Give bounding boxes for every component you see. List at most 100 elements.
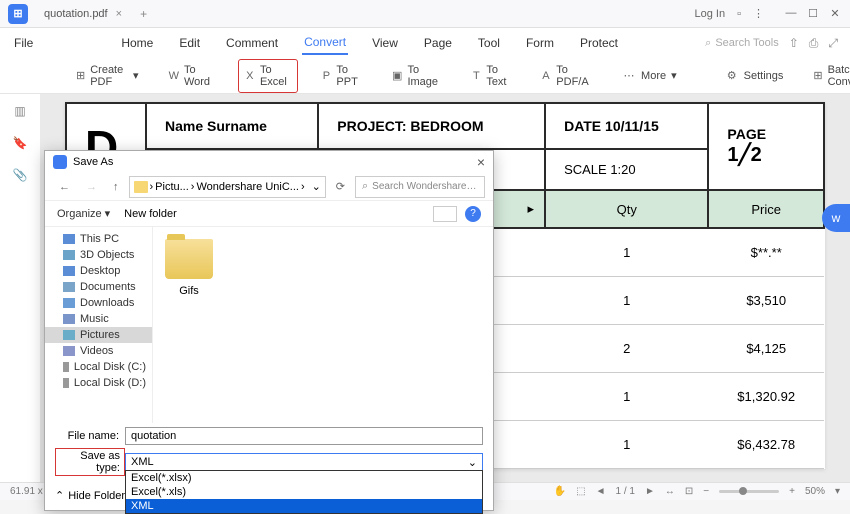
refresh-button[interactable]: ⟳	[330, 178, 351, 195]
tree-icon	[63, 330, 75, 340]
tree-item-downloads[interactable]: Downloads	[45, 295, 152, 311]
help-button[interactable]: ?	[465, 206, 481, 222]
next-page-icon[interactable]: ►	[645, 486, 655, 497]
tree-item-this-pc[interactable]: This PC	[45, 231, 152, 247]
tree-icon	[63, 378, 69, 388]
side-badge-icon[interactable]: w	[822, 204, 850, 232]
tree-icon	[63, 234, 75, 244]
page-cell: PAGE 1╱2	[708, 103, 824, 190]
folder-tree[interactable]: This PC 3D ObjectsDesktop Documents Downloa…	[45, 227, 153, 423]
thumbnails-icon[interactable]: ▥	[14, 104, 25, 118]
dialog-close-button[interactable]: ×	[477, 154, 485, 170]
tree-label: Music	[80, 313, 109, 325]
dropdown-option-xlsx[interactable]: Excel(*.xlsx)	[126, 471, 482, 485]
save-as-dialog: Save As × ← → ↑ › Pictu... › Wondershare…	[44, 150, 494, 511]
qty-header: Qty	[545, 190, 708, 228]
attachment-icon[interactable]: 📎	[13, 168, 28, 182]
save-type-select[interactable]: XML ⌄ Excel(*.xlsx) Excel(*.xls) XML	[125, 453, 483, 471]
view-mode-button[interactable]	[433, 206, 457, 222]
tree-item-pictures[interactable]: Pictures	[45, 327, 152, 343]
tree-item-music[interactable]: Music	[45, 311, 152, 327]
to-word-button[interactable]: WTo Word	[163, 60, 220, 92]
save-type-dropdown: Excel(*.xlsx) Excel(*.xls) XML	[125, 470, 483, 514]
word-icon: W	[169, 69, 179, 83]
share-icon[interactable]: ⇧	[789, 36, 799, 50]
to-excel-button[interactable]: XTo Excel	[238, 59, 298, 93]
tree-item-local-disk-c-[interactable]: Local Disk (C:)	[45, 359, 152, 375]
menu-comment[interactable]: Comment	[224, 32, 280, 54]
dialog-title: Save As	[73, 156, 113, 168]
document-tab[interactable]: quotation.pdf ×	[36, 4, 130, 24]
tree-label: Documents	[80, 281, 136, 293]
to-image-button[interactable]: ▣To Image	[386, 60, 448, 92]
to-ppt-button[interactable]: PTo PPT	[316, 60, 368, 92]
folder-icon	[134, 181, 148, 193]
expand-icon[interactable]: ⤢	[828, 36, 838, 51]
chevron-down-icon[interactable]: ⌄	[312, 180, 321, 193]
nav-back-button[interactable]: ←	[53, 179, 76, 195]
file-name-input[interactable]	[125, 427, 483, 445]
cloud-icon[interactable]: ⎙	[809, 36, 819, 51]
close-tab-icon[interactable]: ×	[116, 8, 122, 20]
close-window-button[interactable]: ✕	[828, 7, 842, 20]
prev-page-icon[interactable]: ◄	[596, 486, 606, 497]
menu-form[interactable]: Form	[524, 32, 556, 54]
organize-button[interactable]: Organize▾	[57, 207, 110, 220]
to-pdfa-button[interactable]: ATo PDF/A	[535, 60, 598, 92]
nav-up-button[interactable]: ↑	[107, 179, 125, 195]
dropdown-option-xls[interactable]: Excel(*.xls)	[126, 485, 482, 499]
tree-icon	[63, 282, 75, 292]
maximize-button[interactable]: ☐	[806, 7, 820, 20]
tree-label: Local Disk (D:)	[74, 377, 146, 389]
hide-folders-button[interactable]: ⌃ Hide Folders	[55, 489, 131, 502]
project-cell: PROJECT: BEDROOM	[318, 103, 545, 149]
pdfa-icon: A	[541, 69, 552, 83]
login-link[interactable]: Log In	[695, 8, 726, 20]
hand-tool-icon[interactable]: ✋	[554, 486, 566, 497]
notification-icon[interactable]: ▫	[737, 8, 741, 20]
minimize-button[interactable]: —	[784, 7, 798, 20]
menu-tool[interactable]: Tool	[476, 32, 502, 54]
nav-forward-button[interactable]: →	[80, 179, 103, 195]
tree-item-documents[interactable]: Documents	[45, 279, 152, 295]
fit-page-icon[interactable]: ⊡	[685, 486, 693, 497]
tree-item-3d-objects[interactable]: 3D Objects	[45, 247, 152, 263]
tree-item-local-disk-d-[interactable]: Local Disk (D:)	[45, 375, 152, 391]
bookmark-icon[interactable]: 🔖	[13, 136, 28, 150]
search-tools-input[interactable]: ⌕ Search Tools	[705, 37, 779, 50]
text-icon: T	[471, 69, 481, 83]
save-type-label: Save as type:	[55, 448, 125, 476]
menu-edit[interactable]: Edit	[177, 32, 202, 54]
dropdown-option-xml[interactable]: XML	[126, 499, 482, 513]
settings-button[interactable]: ⚙Settings	[719, 65, 790, 87]
zoom-out-icon[interactable]: −	[703, 486, 709, 497]
select-tool-icon[interactable]: ⬚	[576, 486, 585, 497]
zoom-slider[interactable]	[719, 490, 779, 493]
menu-home[interactable]: Home	[119, 32, 155, 54]
menu-view[interactable]: View	[370, 32, 400, 54]
to-text-button[interactable]: TTo Text	[465, 60, 516, 92]
menu-page[interactable]: Page	[422, 32, 454, 54]
folder-icon	[165, 239, 213, 279]
new-folder-button[interactable]: New folder	[124, 208, 177, 220]
path-breadcrumb[interactable]: › Pictu... › Wondershare UniC... › ⌄	[129, 176, 326, 198]
batch-convert-button[interactable]: ⊞Batch Convert	[807, 60, 850, 92]
tree-item-videos[interactable]: Videos	[45, 343, 152, 359]
fit-width-icon[interactable]: ↔	[665, 486, 675, 497]
chevron-down-icon[interactable]: ▾	[835, 486, 840, 497]
folder-item-gifs[interactable]: Gifs	[165, 239, 213, 297]
zoom-in-icon[interactable]: +	[789, 486, 795, 497]
more-button[interactable]: ⋯More▾	[616, 65, 683, 87]
menu-convert[interactable]: Convert	[302, 31, 348, 55]
tree-label: This PC	[80, 233, 119, 245]
create-pdf-button[interactable]: ⊞Create PDF▾	[70, 60, 145, 92]
tree-item-desktop[interactable]: Desktop	[45, 263, 152, 279]
file-name-label: File name:	[55, 430, 125, 442]
file-menu[interactable]: File	[12, 32, 35, 54]
menu-protect[interactable]: Protect	[578, 32, 620, 54]
tree-label: Local Disk (C:)	[74, 361, 146, 373]
dialog-search-input[interactable]: ⌕ Search Wondershare UniCon...	[355, 176, 485, 198]
add-tab-button[interactable]: +	[134, 5, 153, 23]
kebab-icon[interactable]: ⋮	[753, 7, 764, 20]
tree-icon	[63, 250, 75, 260]
